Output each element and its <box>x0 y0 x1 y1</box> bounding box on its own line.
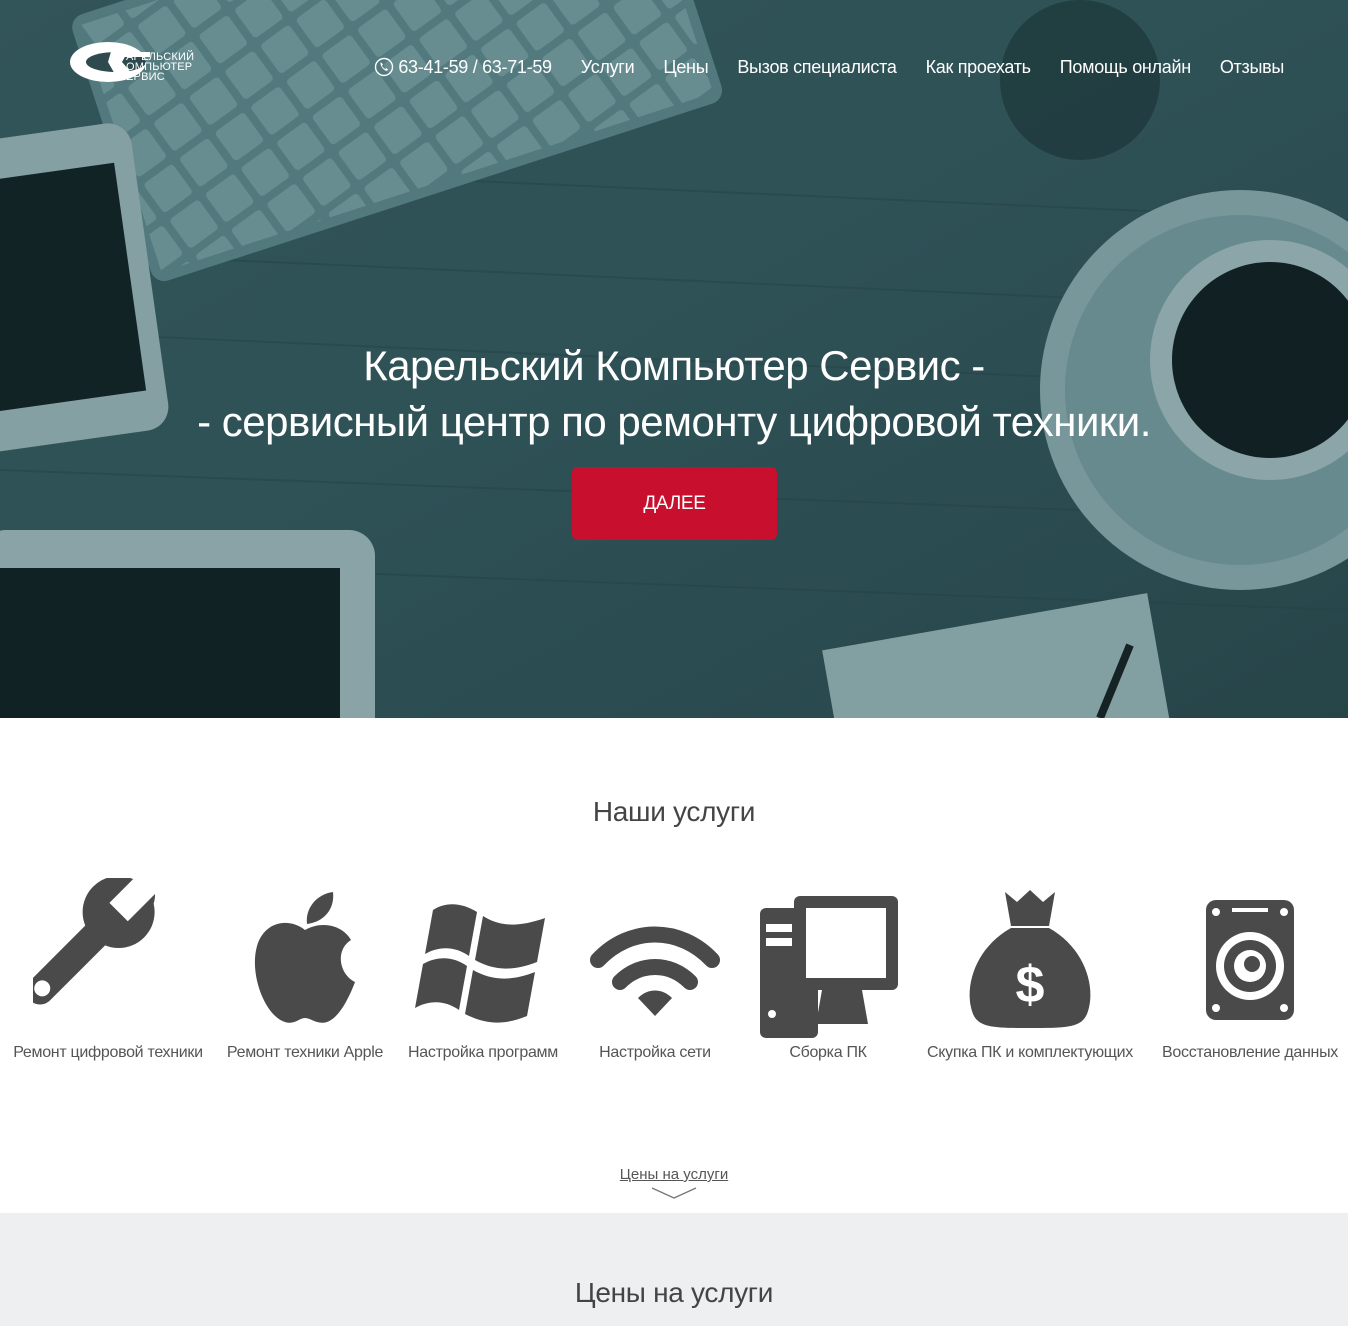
service-label: Настройка программ <box>408 1044 558 1061</box>
chevron-down-icon <box>651 1187 697 1199</box>
next-button[interactable]: ДАЛЕЕ <box>572 467 777 540</box>
prices-scroll-link[interactable]: Цены на услуги <box>0 1166 1348 1199</box>
service-data-recovery[interactable]: Восстановление данных <box>1162 878 1338 1061</box>
services-title: Наши услуги <box>592 796 756 827</box>
hard-drive-icon <box>1206 900 1294 1020</box>
prices-title: Цены на услуги <box>574 1277 774 1308</box>
nav-item-directions[interactable]: Как проехать <box>926 57 1032 78</box>
hero-section: АРЕЛЬСКИЙ ОМПЬЮТЕР ЕРВИС 63-41-59 / 63-7… <box>0 0 1348 718</box>
site-header: АРЕЛЬСКИЙ ОМПЬЮТЕР ЕРВИС 63-41-59 / 63-7… <box>0 0 1348 130</box>
service-pc-assembly[interactable]: Сборка ПК <box>756 878 900 1061</box>
service-network-setup[interactable]: Настройка сети <box>590 878 720 1061</box>
service-label: Ремонт техники Apple <box>226 1044 384 1061</box>
service-label: Настройка сети <box>599 1044 711 1061</box>
nav-item-services[interactable]: Услуги <box>581 57 635 78</box>
services-section: Наши услуги Ремонт цифровой техники Ремо… <box>0 718 1348 1213</box>
nav-item-call-specialist[interactable]: Вызов специалиста <box>737 57 897 78</box>
hero-title-line-1: Карельский Компьютер Сервис - <box>363 342 985 389</box>
svg-text:$: $ <box>1016 956 1045 1014</box>
wrench-icon <box>33 878 158 1005</box>
nav-item-reviews[interactable]: Отзывы <box>1220 57 1284 78</box>
logo-line-3: ЕРВИС <box>126 71 165 83</box>
logo-wordmark: АРЕЛЬСКИЙ ОМПЬЮТЕР ЕРВИС <box>126 52 194 83</box>
service-software-setup[interactable]: Настройка программ <box>408 878 558 1061</box>
service-label: Скупка ПК и комплектующих <box>926 1044 1134 1061</box>
apple-icon <box>254 892 355 1023</box>
service-label: Восстановление данных <box>1162 1044 1338 1061</box>
prices-scroll-label: Цены на услуги <box>619 1166 729 1183</box>
wifi-icon <box>590 926 720 1016</box>
hero-title-line-2: - сервисный центр по ремонту цифровой те… <box>197 398 1151 445</box>
prices-section: Цены на услуги <box>0 1213 1348 1326</box>
service-repair-digital[interactable]: Ремонт цифровой техники <box>13 878 203 1061</box>
service-label: Сборка ПК <box>789 1044 867 1061</box>
phone-link[interactable]: 63-41-59 / 63-71-59 <box>374 56 552 78</box>
phone-number: 63-41-59 / 63-71-59 <box>398 56 552 77</box>
service-label: Ремонт цифровой техники <box>13 1044 203 1061</box>
hero-title: Карельский Компьютер Сервис - - сервисны… <box>0 338 1348 450</box>
money-bag-icon: $ <box>969 890 1091 1028</box>
windows-icon <box>415 904 545 1023</box>
service-buyback[interactable]: $ Скупка ПК и комплектующих <box>927 878 1133 1061</box>
computer-icon <box>760 896 898 1038</box>
nav-item-online-help[interactable]: Помощь онлайн <box>1060 57 1191 78</box>
phone-icon <box>375 57 394 77</box>
service-repair-apple[interactable]: Ремонт техники Apple <box>227 878 383 1061</box>
site-logo[interactable]: АРЕЛЬСКИЙ ОМПЬЮТЕР ЕРВИС <box>68 40 210 86</box>
nav-item-prices[interactable]: Цены <box>663 57 708 78</box>
main-nav: 63-41-59 / 63-71-59 Услуги Цены Вызов сп… <box>374 54 1284 80</box>
